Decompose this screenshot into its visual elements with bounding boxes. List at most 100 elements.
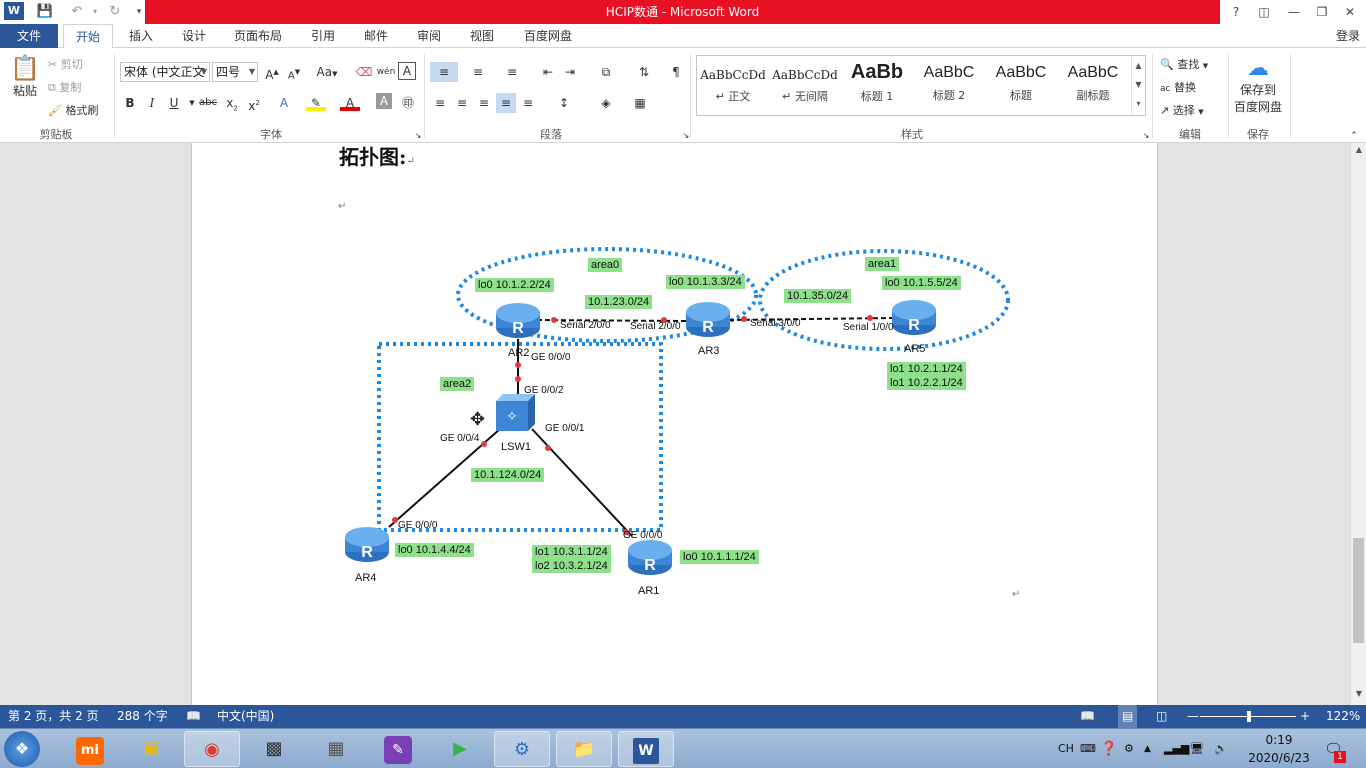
network-icon[interactable]: 🖥 xyxy=(1190,729,1204,768)
ar2-router-icon[interactable]: R xyxy=(496,303,540,338)
underline-icon[interactable]: U xyxy=(164,93,184,113)
redo-icon[interactable]: ↻ xyxy=(104,2,126,22)
text-effects-icon[interactable]: A xyxy=(274,93,294,113)
vertical-scrollbar[interactable]: ▲ ▼ xyxy=(1350,143,1366,705)
grow-font-icon[interactable]: A▲ xyxy=(262,62,282,82)
keyboard-icon[interactable]: ⌨ xyxy=(1080,729,1096,768)
word-app-icon[interactable]: W xyxy=(4,2,24,20)
zoom-in-icon[interactable]: + xyxy=(1300,705,1310,728)
tab-view[interactable]: 视图 xyxy=(461,24,503,48)
ribbon-display-icon[interactable]: ◫ xyxy=(1250,0,1278,24)
zoom-slider-thumb[interactable] xyxy=(1247,711,1251,722)
tab-baidu-pan[interactable]: 百度网盘 xyxy=(514,24,582,48)
gallery-more-icon[interactable]: ▾ xyxy=(1132,94,1145,113)
superscript-icon[interactable]: x2 xyxy=(244,93,264,113)
strikethrough-icon[interactable]: abc xyxy=(198,93,218,113)
subscript-icon[interactable]: x2 xyxy=(222,93,242,113)
align-center-icon[interactable]: ≡ xyxy=(452,93,472,113)
show-marks-icon[interactable]: ¶ xyxy=(666,62,686,82)
print-layout-icon[interactable]: ▤ xyxy=(1118,705,1138,728)
styles-gallery-scroll[interactable]: ▲ ▼ ▾ xyxy=(1131,56,1145,115)
tab-mailings[interactable]: 邮件 xyxy=(355,24,397,48)
highlight-icon[interactable]: ✎ xyxy=(306,93,326,111)
scroll-up-icon[interactable]: ▲ xyxy=(1132,56,1145,75)
help-button[interactable]: ? xyxy=(1222,0,1250,24)
style-title[interactable]: AaBbC 标题 xyxy=(985,56,1057,115)
multilevel-list-icon[interactable]: ≡ xyxy=(498,62,526,82)
numbering-icon[interactable]: ≡ xyxy=(464,62,492,82)
scroll-thumb[interactable] xyxy=(1353,538,1364,643)
undo-dropdown-icon[interactable]: ▾ xyxy=(84,2,106,22)
taskbar-app-4[interactable]: ▩ xyxy=(246,731,302,767)
taskbar-mi-assistant[interactable]: mi xyxy=(62,731,118,767)
taskbar-word[interactable]: W xyxy=(618,731,674,767)
read-mode-icon[interactable]: 📖 xyxy=(1080,705,1095,728)
close-icon[interactable]: ✕ xyxy=(1336,0,1364,24)
taskbar-ensp[interactable]: ⚙ xyxy=(494,731,550,767)
char-border-icon[interactable]: A xyxy=(398,62,416,80)
ar5-router-icon[interactable]: R xyxy=(892,300,936,335)
style-normal[interactable]: AaBbCcDd ↵ 正文 xyxy=(697,56,769,115)
tab-insert[interactable]: 插入 xyxy=(120,24,162,48)
save-icon[interactable]: 💾 xyxy=(34,2,56,22)
bullets-icon[interactable]: ≡ xyxy=(430,62,458,82)
taskbar-chrome[interactable]: ◉ xyxy=(184,731,240,767)
borders-icon[interactable]: ▦ xyxy=(626,93,654,113)
ar3-router-icon[interactable]: R xyxy=(686,302,730,337)
scroll-down-icon[interactable]: ▼ xyxy=(1351,689,1366,703)
proofing-icon[interactable]: 📖 xyxy=(186,705,201,728)
tab-home[interactable]: 开始 xyxy=(63,24,113,49)
document-canvas[interactable]: 拓扑图:↵ ↵ ↵ R R R R R ✧ ✥ area0 area1 area… xyxy=(0,143,1350,705)
notification-icon[interactable]: 🗨 1 xyxy=(1324,729,1346,768)
increase-indent-icon[interactable]: ⇥ xyxy=(560,62,580,82)
style-heading-1[interactable]: AaBb 标题 1 xyxy=(841,56,913,115)
volume-icon[interactable]: 🔊 xyxy=(1214,729,1228,768)
format-painter-button[interactable]: 🖌 格式刷 xyxy=(48,102,98,118)
scroll-up-icon[interactable]: ▲ xyxy=(1351,145,1366,159)
save-to-baidu-button[interactable]: ☁ 保存到 百度网盘 xyxy=(1232,56,1284,115)
taskbar-video-player[interactable]: ▶ xyxy=(432,731,488,767)
zoom-level[interactable]: 122% xyxy=(1326,705,1360,728)
zoom-out-icon[interactable]: — xyxy=(1187,705,1199,728)
web-layout-icon[interactable]: ◫ xyxy=(1156,705,1167,728)
replace-button[interactable]: ac 替换 xyxy=(1160,79,1196,95)
decrease-indent-icon[interactable]: ⇤ xyxy=(538,62,558,82)
distribute-icon[interactable]: ≡ xyxy=(518,93,538,113)
tray-expand-icon[interactable]: ▲ xyxy=(1144,729,1151,768)
line-spacing-icon[interactable]: ↕ xyxy=(550,93,578,113)
style-subtitle[interactable]: AaBbC 副标题 xyxy=(1057,56,1129,115)
copy-button[interactable]: ⧉ 复制 xyxy=(48,79,81,95)
system-clock[interactable]: 0:19 2020/6/23 xyxy=(1244,731,1314,767)
style-heading-2[interactable]: AaBbC 标题 2 xyxy=(913,56,985,115)
italic-icon[interactable]: I xyxy=(142,93,162,113)
clear-format-icon[interactable]: ⌫ xyxy=(354,62,374,82)
ar1-router-icon[interactable]: R xyxy=(628,540,672,575)
tab-review[interactable]: 审阅 xyxy=(408,24,450,48)
justify-icon[interactable]: ≡ xyxy=(496,93,516,113)
sort-icon[interactable]: ⇅ xyxy=(634,62,654,82)
select-button[interactable]: ↗ 选择 ▼ xyxy=(1160,102,1204,118)
font-name-combo[interactable]: 宋体 (中文正文 ▼ xyxy=(120,62,210,82)
style-no-spacing[interactable]: AaBbCcDd ↵ 无间隔 xyxy=(769,56,841,115)
tab-design[interactable]: 设计 xyxy=(173,24,215,48)
shrink-font-icon[interactable]: A▼ xyxy=(284,62,304,82)
help-icon[interactable]: ❓ xyxy=(1100,729,1117,768)
cut-button[interactable]: ✂ 剪切 xyxy=(48,56,83,72)
taskbar-app-2[interactable]: ▣ xyxy=(122,731,178,767)
lsw1-switch-icon[interactable]: ✧ xyxy=(496,394,535,431)
page-count[interactable]: 第 2 页，共 2 页 xyxy=(8,705,99,728)
find-button[interactable]: 🔍 查找 ▼ xyxy=(1160,56,1208,72)
char-shading-icon[interactable]: A xyxy=(376,93,392,109)
start-button[interactable]: ❖ xyxy=(4,731,40,767)
align-left-icon[interactable]: ≡ xyxy=(430,93,450,113)
taskbar-app-6[interactable]: ✎ xyxy=(370,731,426,767)
restore-icon[interactable]: ❐ xyxy=(1308,0,1336,24)
change-case-icon[interactable]: Aa▼ xyxy=(312,62,342,82)
align-right-icon[interactable]: ≡ xyxy=(474,93,494,113)
tab-file[interactable]: 文件 xyxy=(0,24,58,48)
minimize-icon[interactable]: — xyxy=(1280,0,1308,24)
language-indicator[interactable]: 中文(中国) xyxy=(217,705,274,728)
font-color-icon[interactable]: A xyxy=(340,93,360,111)
signal-icon[interactable]: ▂▄▆ xyxy=(1164,729,1189,768)
taskbar-app-5[interactable]: ▦ xyxy=(308,731,364,767)
